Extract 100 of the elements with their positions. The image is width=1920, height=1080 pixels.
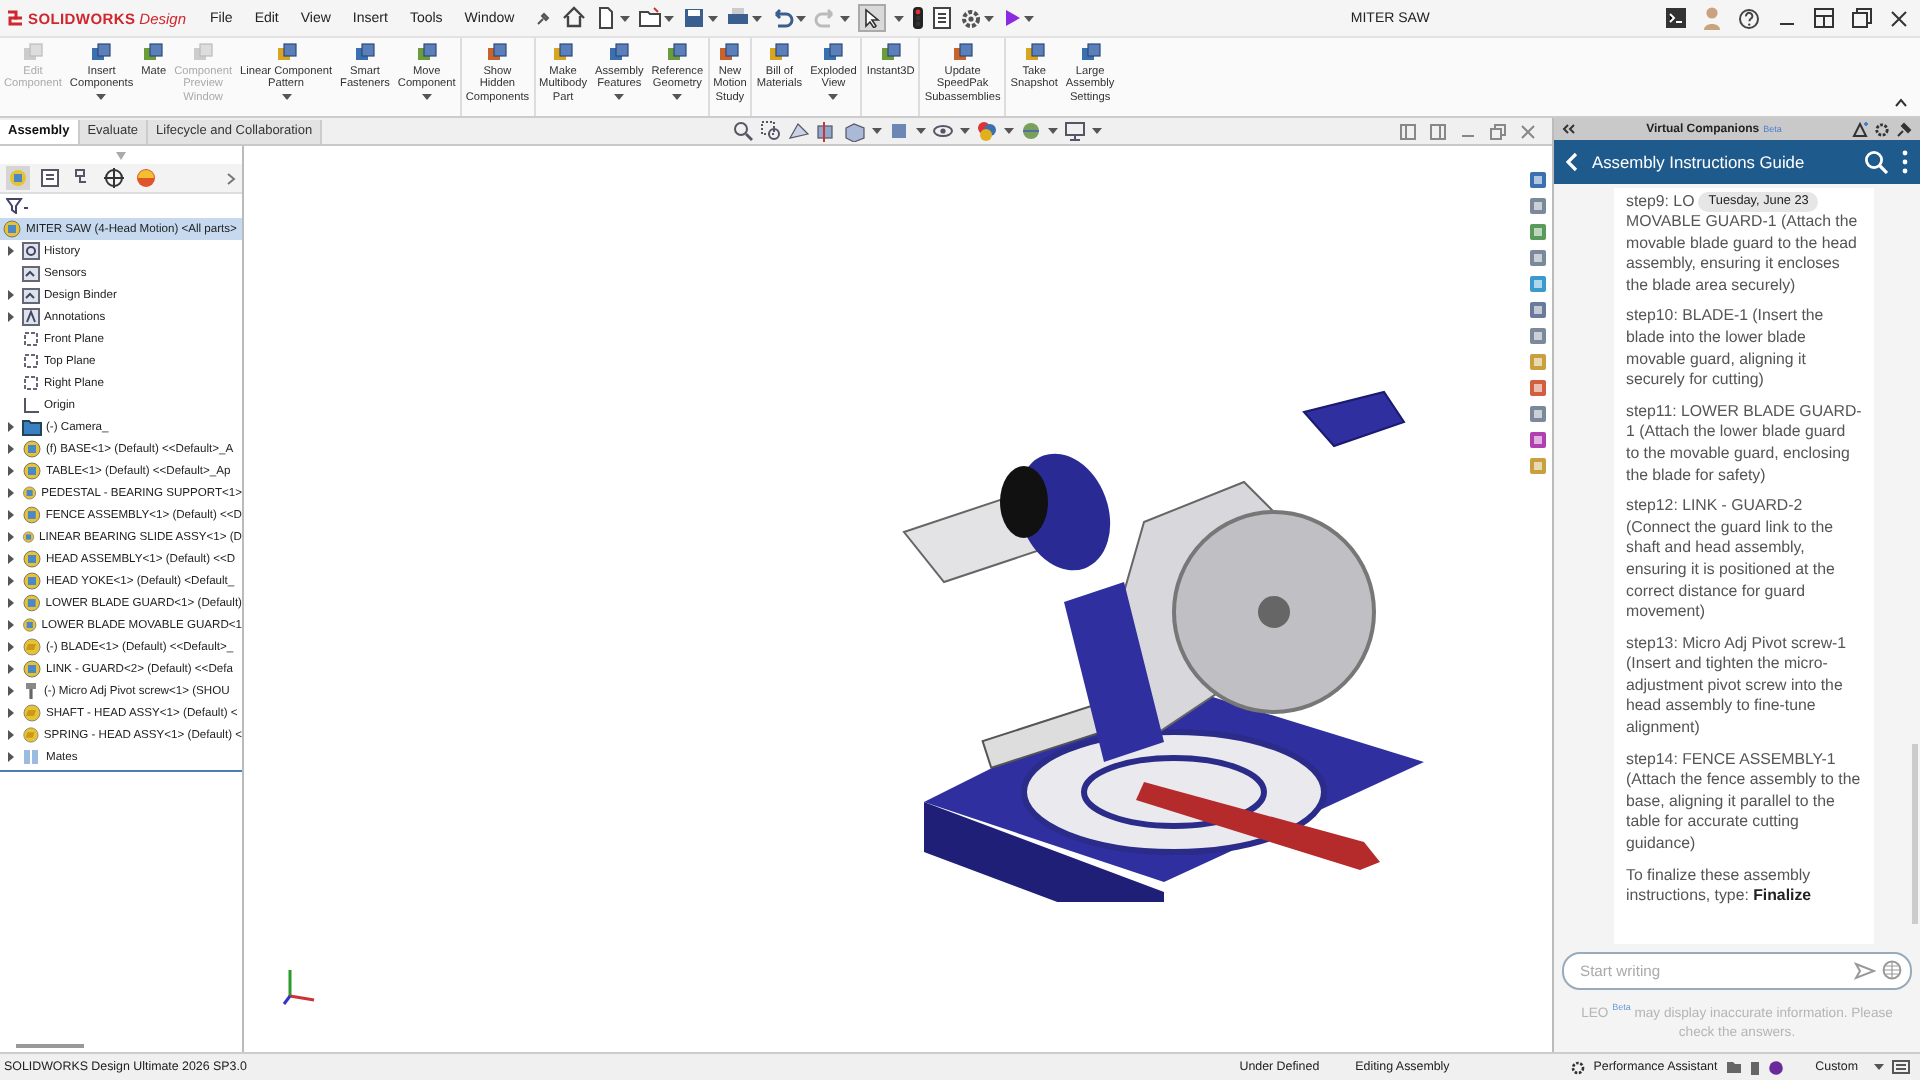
undo-icon[interactable] [770,6,795,30]
pin-icon[interactable] [536,11,551,25]
zoom-icon[interactable] [732,120,755,142]
component-tool-icon[interactable] [275,42,298,64]
split-right-icon[interactable] [1430,123,1446,139]
caret-icon[interactable] [1874,1064,1884,1070]
component-tool-icon[interactable] [552,42,575,64]
expand-arrow-icon[interactable] [8,642,14,652]
expand-arrow-icon[interactable] [8,510,14,520]
scrollbar-thumb[interactable] [1912,744,1918,924]
component-tool-icon[interactable] [879,42,902,64]
settings-icon[interactable] [1874,121,1890,137]
caret-icon[interactable] [672,93,683,100]
keyboard-icon[interactable] [1892,1060,1910,1074]
caret-icon[interactable] [752,15,763,21]
expand-arrow-icon[interactable] [8,598,14,608]
caret-icon[interactable] [614,93,625,100]
caret-icon[interactable] [796,15,807,21]
component-tool-icon[interactable] [142,42,165,64]
collapse-ribbon-icon[interactable] [1894,98,1908,108]
expand-arrow-icon[interactable] [8,312,14,322]
caret-icon[interactable] [916,128,927,134]
help-icon[interactable] [1738,7,1760,29]
split-left-icon[interactable] [1400,123,1416,139]
component-tool-icon[interactable] [608,42,631,64]
property-list-icon[interactable] [38,166,62,190]
caret-icon[interactable] [828,93,839,100]
send-icon[interactable] [1854,961,1876,980]
expand-arrow-icon[interactable] [8,444,14,454]
open-folder-icon[interactable] [638,6,663,30]
back-icon[interactable] [1566,152,1578,172]
expand-arrow-icon[interactable] [8,708,14,718]
caret-icon[interactable] [421,93,432,100]
more-options-icon[interactable] [1902,150,1908,174]
print-icon[interactable] [726,6,751,30]
tile-icon[interactable] [1814,8,1834,28]
component-tool-icon[interactable] [666,42,689,64]
expand-arrow-icon[interactable] [8,752,14,762]
display-style-icon[interactable] [888,120,911,142]
expand-arrow-icon[interactable] [8,620,14,630]
expand-tabs-icon[interactable] [226,171,236,185]
component-tool-icon[interactable] [822,42,845,64]
new-document-icon[interactable] [594,6,619,30]
close-icon[interactable] [1890,9,1908,27]
component-tool-icon[interactable] [415,42,438,64]
component-tool-icon[interactable] [90,42,113,64]
caret-icon[interactable] [1092,128,1103,134]
display-manager-icon[interactable] [134,166,158,190]
hide-show-icon[interactable] [932,120,955,142]
caret-icon[interactable] [872,128,883,134]
section-view-icon[interactable] [816,120,839,142]
panel-grip-icon[interactable] [116,151,126,159]
caret-icon[interactable] [960,128,971,134]
performance-icon[interactable] [1569,1059,1586,1075]
caret-icon[interactable] [620,15,631,21]
appearance-icon[interactable] [976,120,999,142]
caret-icon[interactable] [708,15,719,21]
feature-tree-icon[interactable] [6,166,30,190]
expand-arrow-icon[interactable] [8,532,14,542]
expand-arrow-icon[interactable] [8,466,14,476]
file-properties-icon[interactable] [932,6,953,30]
component-tool-icon[interactable] [768,42,791,64]
caret-icon[interactable] [1004,128,1015,134]
dimension-expert-icon[interactable] [102,166,126,190]
component-tool-icon[interactable] [486,42,509,64]
expand-arrow-icon[interactable] [8,576,14,586]
expand-arrow-icon[interactable] [8,246,14,256]
pin-icon[interactable] [1896,121,1912,137]
add-companion-icon[interactable] [1852,121,1868,137]
caret-icon[interactable] [1048,128,1059,134]
expand-arrow-icon[interactable] [8,554,14,564]
collapse-panel-icon[interactable] [1562,124,1576,134]
restore-icon[interactable] [1852,8,1872,28]
caret-icon[interactable] [894,15,905,21]
terminal-icon[interactable] [1666,8,1686,28]
expand-arrow-icon[interactable] [8,488,14,498]
save-icon[interactable] [682,6,707,30]
expand-arrow-icon[interactable] [8,730,14,740]
expand-arrow-icon[interactable] [8,422,14,432]
component-tool-icon[interactable] [1023,42,1046,64]
search-icon[interactable] [1864,150,1888,174]
filter-icon[interactable] [6,198,30,214]
battery-icon[interactable] [1749,1059,1760,1075]
caret-icon[interactable] [1024,15,1035,21]
expand-arrow-icon[interactable] [8,290,14,300]
caret-icon[interactable] [281,93,292,100]
component-tool-icon[interactable] [718,42,741,64]
component-tool-icon[interactable] [1079,42,1102,64]
component-tool-icon[interactable] [951,42,974,64]
caret-icon[interactable] [840,15,851,21]
caret-icon[interactable] [984,15,995,21]
status-circle-icon[interactable] [1767,1059,1784,1075]
caret-icon[interactable] [96,93,107,100]
expand-arrow-icon[interactable] [8,686,14,696]
scene-icon[interactable] [1020,120,1043,142]
zoom-area-icon[interactable] [760,120,783,142]
traffic-light-icon[interactable] [912,6,925,30]
component-tool-icon[interactable] [353,42,376,64]
settings-icon[interactable] [960,7,983,29]
expand-arrow-icon[interactable] [8,664,14,674]
